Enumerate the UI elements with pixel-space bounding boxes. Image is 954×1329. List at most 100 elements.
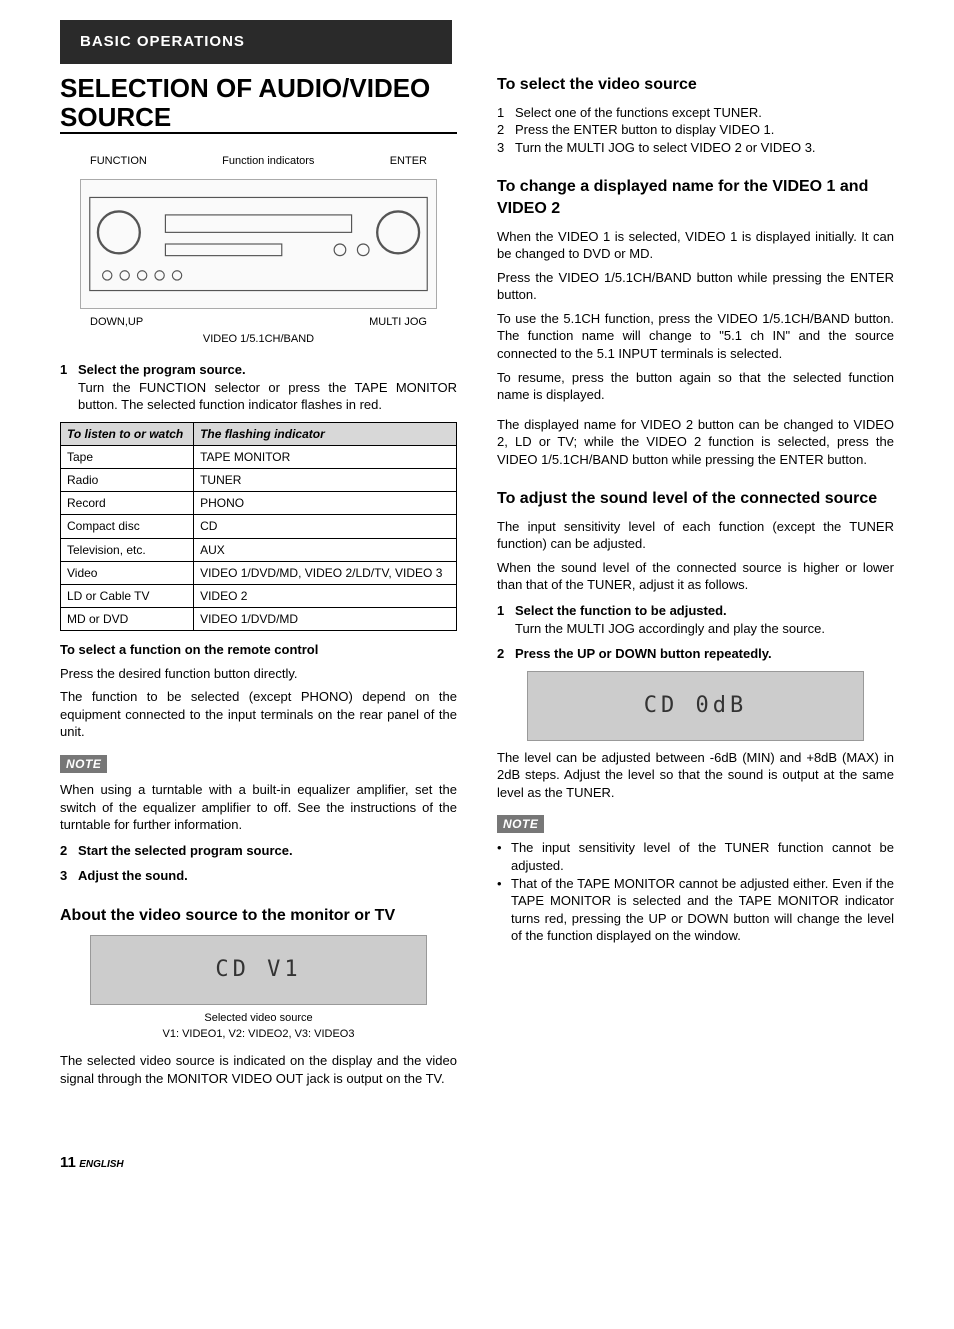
step-text: Turn the MULTI JOG accordingly and play … bbox=[515, 620, 894, 638]
label-indicators: Function indicators bbox=[222, 154, 314, 169]
adjust-heading: To adjust the sound level of the connect… bbox=[497, 488, 894, 510]
note-text: When using a turntable with a built-in e… bbox=[60, 781, 457, 834]
step-1: 1 Select the program source. Turn the FU… bbox=[60, 361, 457, 414]
cell: Television, etc. bbox=[61, 538, 194, 561]
page-lang: ENGLISH bbox=[79, 1159, 123, 1170]
note-bullets: The input sensitivity level of the TUNER… bbox=[497, 839, 894, 944]
label-multijog: MULTI JOG bbox=[369, 315, 427, 330]
two-column-layout: SELECTION OF AUDIO/VIDEO SOURCE FUNCTION… bbox=[60, 74, 894, 1093]
cell: TAPE MONITOR bbox=[194, 445, 457, 468]
page-number: 11 bbox=[60, 1154, 76, 1171]
table-row: LD or Cable TVVIDEO 2 bbox=[61, 584, 457, 607]
about-heading: About the video source to the monitor or… bbox=[60, 905, 457, 927]
cell: VIDEO 1/DVD/MD, VIDEO 2/LD/TV, VIDEO 3 bbox=[194, 561, 457, 584]
remote-heading: To select a function on the remote contr… bbox=[60, 641, 457, 659]
diagram-bottom-labels: DOWN,UP MULTI JOG bbox=[90, 315, 427, 330]
t: Select one of the functions except TUNER… bbox=[515, 104, 762, 122]
cell: VIDEO 1/DVD/MD bbox=[194, 608, 457, 631]
select-video-steps: 1Select one of the functions except TUNE… bbox=[497, 104, 894, 157]
step-number: 2 bbox=[60, 842, 78, 860]
list-item: 3Turn the MULTI JOG to select VIDEO 2 or… bbox=[497, 139, 894, 157]
step-number: 2 bbox=[497, 645, 515, 663]
cell: LD or Cable TV bbox=[61, 584, 194, 607]
table-row: RecordPHONO bbox=[61, 492, 457, 515]
table-row: Compact discCD bbox=[61, 515, 457, 538]
change-p3: To use the 5.1CH function, press the VID… bbox=[497, 310, 894, 363]
note-text: The input sensitivity level of the TUNER… bbox=[511, 839, 894, 874]
device-diagram bbox=[80, 179, 437, 309]
step-number: 3 bbox=[60, 867, 78, 885]
select-video-heading: To select the video source bbox=[497, 74, 894, 96]
depend-text: The function to be selected (except PHON… bbox=[60, 688, 457, 741]
table-row: Television, etc.AUX bbox=[61, 538, 457, 561]
cell: CD bbox=[194, 515, 457, 538]
n: 1 bbox=[497, 104, 515, 122]
t: Turn the MULTI JOG to select VIDEO 2 or … bbox=[515, 139, 816, 157]
display-panel-2: CD 0dB bbox=[527, 671, 864, 741]
step-3: 3 Adjust the sound. bbox=[60, 867, 457, 885]
cell: Record bbox=[61, 492, 194, 515]
label-down-up: DOWN,UP bbox=[90, 315, 143, 330]
table-row: MD or DVDVIDEO 1/DVD/MD bbox=[61, 608, 457, 631]
display-panel-1: CD V1 bbox=[90, 935, 427, 1005]
step-number: 1 bbox=[497, 602, 515, 637]
display-caption-2: V1: VIDEO1, V2: VIDEO2, V3: VIDEO3 bbox=[60, 1027, 457, 1042]
cell: Tape bbox=[61, 445, 194, 468]
n: 3 bbox=[497, 139, 515, 157]
title-rule bbox=[60, 132, 457, 134]
section-header-bar: BASIC OPERATIONS bbox=[60, 20, 452, 64]
th-indicator: The flashing indicator bbox=[194, 422, 457, 445]
change-name-heading: To change a displayed name for the VIDEO… bbox=[497, 176, 894, 219]
page-footer: 11 ENGLISH bbox=[60, 1153, 894, 1173]
adj-step-2: 2 Press the UP or DOWN button repeatedly… bbox=[497, 645, 894, 663]
display-caption-1: Selected video source bbox=[60, 1011, 457, 1026]
list-item: 1Select one of the functions except TUNE… bbox=[497, 104, 894, 122]
diagram-top-labels: FUNCTION Function indicators ENTER bbox=[90, 154, 427, 169]
note-text: That of the TAPE MONITOR cannot be adjus… bbox=[511, 875, 894, 945]
cell: VIDEO 2 bbox=[194, 584, 457, 607]
source-table: To listen to or watch The flashing indic… bbox=[60, 422, 457, 632]
adj-step-1: 1 Select the function to be adjusted. Tu… bbox=[497, 602, 894, 637]
adj-p1: The input sensitivity level of each func… bbox=[497, 518, 894, 553]
table-row: RadioTUNER bbox=[61, 468, 457, 491]
page-title: SELECTION OF AUDIO/VIDEO SOURCE bbox=[60, 74, 457, 131]
list-item: That of the TAPE MONITOR cannot be adjus… bbox=[497, 875, 894, 945]
cell: Video bbox=[61, 561, 194, 584]
adj-p2: When the sound level of the connected so… bbox=[497, 559, 894, 594]
change-p1: When the VIDEO 1 is selected, VIDEO 1 is… bbox=[497, 228, 894, 263]
list-item: The input sensitivity level of the TUNER… bbox=[497, 839, 894, 874]
cell: Radio bbox=[61, 468, 194, 491]
n: 2 bbox=[497, 121, 515, 139]
step-title: Start the selected program source. bbox=[78, 842, 457, 860]
change-p4: To resume, press the button again so tha… bbox=[497, 369, 894, 404]
step-title: Adjust the sound. bbox=[78, 867, 457, 885]
step-text: Turn the FUNCTION selector or press the … bbox=[78, 379, 457, 414]
step-2: 2 Start the selected program source. bbox=[60, 842, 457, 860]
cell: MD or DVD bbox=[61, 608, 194, 631]
remote-text: Press the desired function button direct… bbox=[60, 665, 457, 683]
change-p5: The displayed name for VIDEO 2 button ca… bbox=[497, 416, 894, 469]
cell: PHONO bbox=[194, 492, 457, 515]
cell: AUX bbox=[194, 538, 457, 561]
list-item: 2Press the ENTER button to display VIDEO… bbox=[497, 121, 894, 139]
table-row: TapeTAPE MONITOR bbox=[61, 445, 457, 468]
th-listen: To listen to or watch bbox=[61, 422, 194, 445]
note-label-2: NOTE bbox=[497, 815, 544, 833]
step-title: Press the UP or DOWN button repeatedly. bbox=[515, 645, 894, 663]
cell: TUNER bbox=[194, 468, 457, 491]
led-text: CD V1 bbox=[215, 955, 301, 985]
about-text: The selected video source is indicated o… bbox=[60, 1052, 457, 1087]
step-title: Select the program source. bbox=[78, 361, 457, 379]
label-video-band: VIDEO 1/5.1CH/BAND bbox=[60, 332, 457, 347]
step-number: 1 bbox=[60, 361, 78, 414]
t: Press the ENTER button to display VIDEO … bbox=[515, 121, 774, 139]
cell: Compact disc bbox=[61, 515, 194, 538]
step-title: Select the function to be adjusted. bbox=[515, 602, 894, 620]
label-enter: ENTER bbox=[390, 154, 427, 169]
adj-p3: The level can be adjusted between -6dB (… bbox=[497, 749, 894, 802]
right-column: To select the video source 1Select one o… bbox=[497, 74, 894, 1093]
change-p2: Press the VIDEO 1/5.1CH/BAND button whil… bbox=[497, 269, 894, 304]
device-svg bbox=[81, 180, 436, 308]
label-function: FUNCTION bbox=[90, 154, 147, 169]
table-row: VideoVIDEO 1/DVD/MD, VIDEO 2/LD/TV, VIDE… bbox=[61, 561, 457, 584]
